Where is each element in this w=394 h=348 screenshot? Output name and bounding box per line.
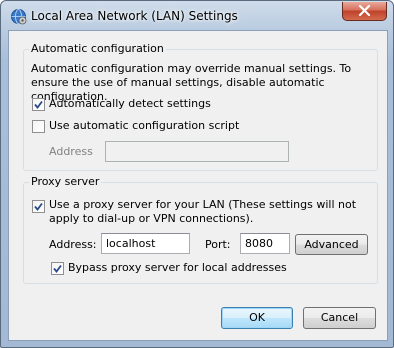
cancel-button[interactable]: Cancel (303, 307, 376, 329)
proxy-port-label: Port: (205, 238, 231, 251)
close-icon (358, 5, 371, 16)
proxy-server-title: Proxy server (29, 175, 102, 188)
auto-detect-label[interactable]: Automatically detect settings (49, 97, 211, 110)
script-address-input[interactable] (105, 141, 289, 162)
checkmark-icon (34, 100, 43, 109)
lan-settings-dialog: Local Area Network (LAN) Settings Automa… (0, 0, 394, 348)
proxy-port-input[interactable]: 8080 (240, 233, 290, 254)
proxy-server-group: Proxy server Use a proxy server for your… (23, 175, 378, 284)
ok-button[interactable]: OK (221, 307, 293, 329)
title-bar[interactable]: Local Area Network (LAN) Settings (1, 1, 393, 31)
bypass-local-label[interactable]: Bypass proxy server for local addresses (68, 261, 287, 274)
use-proxy-checkbox[interactable] (32, 200, 45, 213)
network-settings-icon (10, 8, 27, 25)
close-button[interactable] (342, 2, 387, 21)
checkmark-icon (53, 264, 62, 273)
proxy-address-label: Address: (49, 238, 97, 251)
window-title: Local Area Network (LAN) Settings (31, 9, 238, 23)
checkmark-icon (34, 202, 43, 211)
auto-config-script-label[interactable]: Use automatic configuration script (49, 119, 239, 132)
use-proxy-label[interactable]: Use a proxy server for your LAN (These s… (49, 198, 375, 226)
advanced-button[interactable]: Advanced (295, 234, 368, 255)
script-address-label: Address (49, 145, 93, 158)
automatic-configuration-title: Automatic configuration (29, 42, 166, 55)
bypass-local-checkbox[interactable] (51, 262, 64, 275)
proxy-address-input[interactable]: localhost (101, 233, 190, 254)
auto-detect-checkbox[interactable] (32, 98, 45, 111)
automatic-configuration-group: Automatic configuration Automatic config… (23, 42, 378, 171)
dialog-body: Automatic configuration Automatic config… (8, 30, 388, 341)
auto-config-script-checkbox[interactable] (32, 120, 45, 133)
